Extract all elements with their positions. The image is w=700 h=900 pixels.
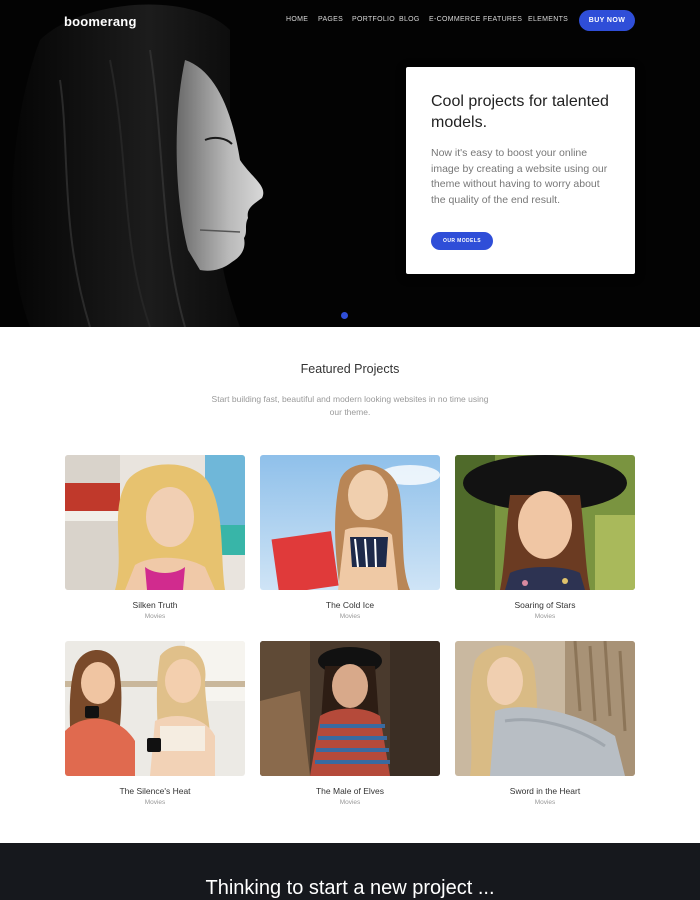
- featured-title: Featured Projects: [300, 362, 400, 376]
- featured-subtitle: Start building fast, beautiful and moder…: [211, 394, 489, 417]
- project-image[interactable]: [65, 455, 245, 590]
- project-image[interactable]: [455, 455, 635, 590]
- nav-item-elements[interactable]: ELEMENTS: [528, 16, 568, 23]
- project-image[interactable]: [260, 641, 440, 776]
- project-title[interactable]: Sword in the Heart: [455, 786, 635, 796]
- project-title[interactable]: The Silence's Heat: [65, 786, 245, 796]
- nav-item-blog[interactable]: BLOG: [399, 16, 420, 23]
- top-navbar: boomerang HOME PAGES PORTFOLIO BLOG E-CO…: [0, 0, 700, 42]
- slider-dot-active[interactable]: [341, 312, 348, 319]
- our-models-button[interactable]: OUR MODELS: [431, 232, 493, 250]
- project-image[interactable]: [455, 641, 635, 776]
- project-title[interactable]: Soaring of Stars: [455, 600, 635, 610]
- project-category: Movies: [339, 799, 361, 806]
- project-category: Movies: [144, 799, 166, 806]
- project-category: Movies: [144, 613, 166, 620]
- nav-item-home[interactable]: HOME: [286, 16, 308, 23]
- cta-section: Thinking to start a new project ...: [0, 843, 700, 900]
- project-title[interactable]: The Male of Elves: [260, 786, 440, 796]
- nav-item-features[interactable]: FEATURES: [483, 16, 522, 23]
- brand-logo[interactable]: boomerang: [64, 14, 137, 29]
- nav-item-portfolio[interactable]: PORTFOLIO: [352, 16, 395, 23]
- nav-item-e-commerce[interactable]: E-COMMERCE: [429, 16, 481, 23]
- project-category: Movies: [534, 799, 556, 806]
- main-menu: HOME PAGES PORTFOLIO BLOG E-COMMERCE FEA…: [280, 16, 570, 28]
- hero-description: Now it's easy to boost your online image…: [431, 147, 608, 206]
- project-title[interactable]: The Cold Ice: [260, 600, 440, 610]
- project-image[interactable]: [260, 455, 440, 590]
- project-category: Movies: [339, 613, 361, 620]
- project-category: Movies: [534, 613, 556, 620]
- hero-section: boomerang HOME PAGES PORTFOLIO BLOG E-CO…: [0, 0, 700, 327]
- hero-card: Cool projects for talented models. Now i…: [406, 67, 635, 274]
- buy-now-button[interactable]: BUY NOW: [579, 10, 635, 31]
- cta-title: Thinking to start a new project ...: [205, 877, 495, 899]
- project-image[interactable]: [65, 641, 245, 776]
- nav-item-pages[interactable]: PAGES: [318, 16, 343, 23]
- project-title[interactable]: Silken Truth: [65, 600, 245, 610]
- hero-portrait-image: [0, 0, 360, 327]
- hero-title: Cool projects for talented models.: [431, 93, 609, 131]
